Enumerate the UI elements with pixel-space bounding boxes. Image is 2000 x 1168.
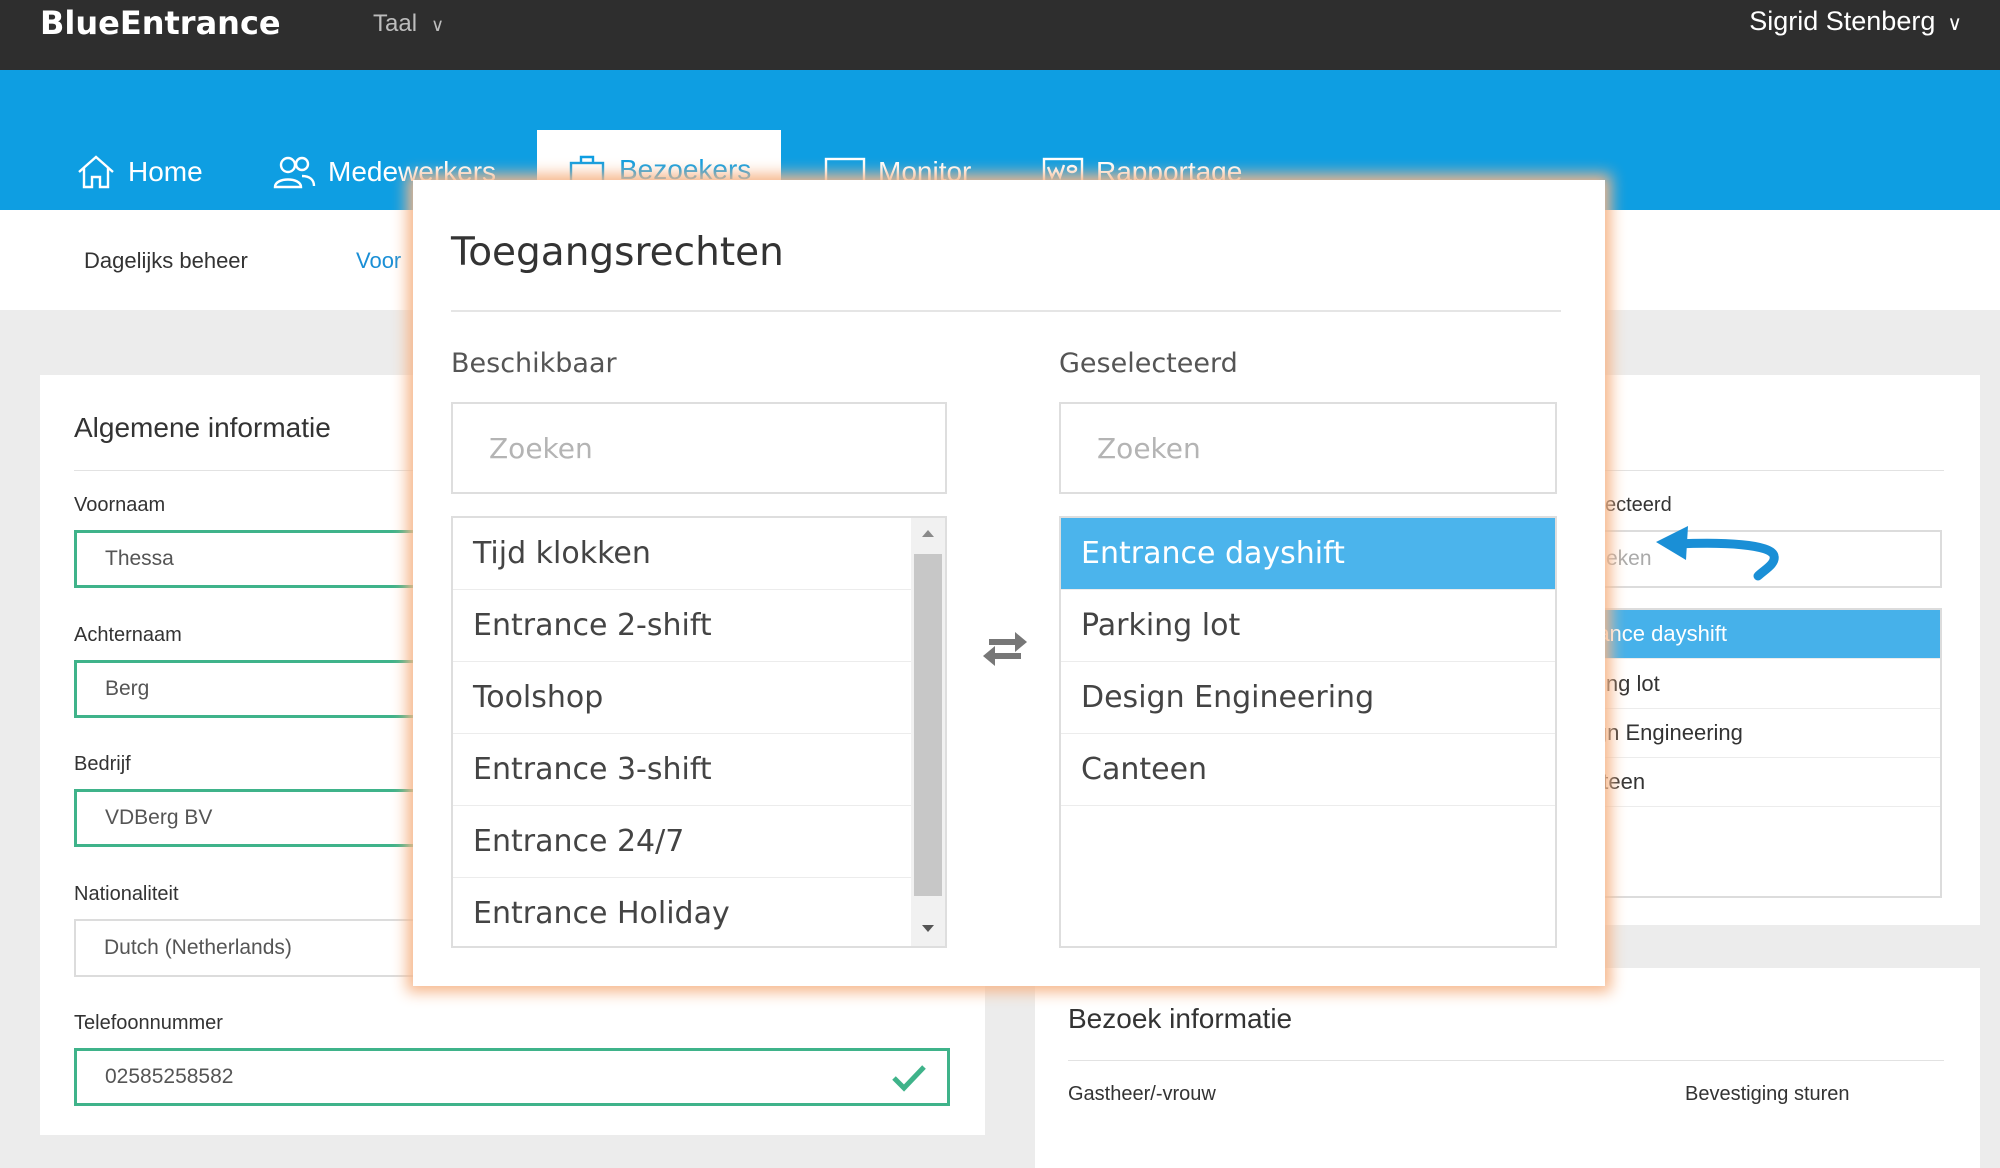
last-name-label: Achternaam	[74, 624, 182, 646]
language-dropdown[interactable]: Taal ∨	[373, 10, 444, 38]
selected-item[interactable]: Parking lot	[1061, 590, 1555, 662]
swap-arrows-icon[interactable]	[981, 630, 1029, 666]
last-name-value: Berg	[105, 677, 150, 700]
nav-home-label: Home	[128, 156, 203, 187]
scroll-thumb[interactable]	[914, 554, 942, 896]
list-item[interactable]: ign Engineering	[1590, 709, 1940, 758]
user-menu[interactable]: Sigrid Stenberg ∨	[1749, 6, 1962, 37]
language-label: Taal	[373, 10, 418, 37]
selected-list: Entrance dayshift Parking lot Design Eng…	[1059, 516, 1557, 948]
selected-label: Geselecteerd	[1059, 348, 1238, 379]
general-info-title: Algemene informatie	[74, 412, 331, 443]
company-label: Bedrijf	[74, 753, 131, 775]
home-icon	[78, 155, 114, 189]
selected-search-placeholder: Zoeken	[1097, 431, 1201, 465]
list-item[interactable]: nteen	[1590, 758, 1940, 807]
visit-info-title: Bezoek informatie	[1068, 1003, 1293, 1034]
scrollbar[interactable]	[911, 518, 945, 946]
check-icon	[892, 1065, 926, 1092]
available-item[interactable]: Entrance 3-shift	[453, 734, 911, 806]
selected-search-input[interactable]: Zoeken	[1059, 402, 1557, 494]
divider	[1068, 1060, 1944, 1061]
first-name-label: Voornaam	[74, 494, 166, 516]
send-confirmation-label: Bevestiging sturen	[1685, 1083, 1850, 1105]
available-item[interactable]: Entrance Holiday	[453, 878, 911, 946]
divider	[451, 310, 1561, 312]
available-label: Beschikbaar	[451, 348, 617, 379]
modal-title: Toegangsrechten	[451, 230, 784, 275]
chevron-down-icon: ∨	[1947, 13, 1962, 35]
visit-info-card	[1035, 968, 1980, 1168]
curved-arrow-icon	[1656, 526, 1779, 581]
access-rights-modal: Toegangsrechten Beschikbaar Geselecteerd…	[413, 180, 1605, 986]
search-placeholder-behind: eken	[1606, 547, 1652, 570]
scroll-up-icon[interactable]	[922, 530, 934, 537]
available-item[interactable]: Toolshop	[453, 662, 911, 734]
user-name: Sigrid Stenberg	[1749, 6, 1936, 36]
selected-item[interactable]: Design Engineering	[1061, 662, 1555, 734]
brand-logo[interactable]: BlueEntrance	[40, 4, 281, 42]
list-item[interactable]: rance dayshift	[1590, 610, 1940, 659]
available-item[interactable]: Tijd klokken	[453, 518, 911, 590]
subnav-daily[interactable]: Dagelijks beheer	[84, 248, 248, 274]
available-search-placeholder: Zoeken	[489, 431, 593, 465]
host-label: Gastheer/-vrouw	[1068, 1083, 1216, 1105]
top-bar: BlueEntrance Taal ∨ Sigrid Stenberg ∨	[0, 0, 2000, 70]
chevron-down-icon: ∨	[431, 15, 445, 35]
nationality-value: Dutch (Netherlands)	[104, 936, 292, 959]
list-item[interactable]: king lot	[1590, 660, 1940, 709]
first-name-value: Thessa	[105, 547, 174, 570]
phone-label: Telefoonnummer	[74, 1012, 223, 1034]
scroll-down-icon[interactable]	[922, 925, 934, 932]
nationality-label: Nationaliteit	[74, 883, 179, 905]
selected-item[interactable]: Entrance dayshift	[1061, 518, 1555, 590]
available-list: Tijd klokken Entrance 2-shift Toolshop E…	[451, 516, 947, 948]
phone-field[interactable]: 02585258582	[74, 1048, 950, 1106]
company-value: VDBerg BV	[105, 806, 213, 829]
selected-label-behind: ecteerd	[1605, 494, 1672, 516]
nav-home[interactable]: Home	[76, 152, 203, 192]
available-item[interactable]: Entrance 24/7	[453, 806, 911, 878]
phone-value: 02585258582	[105, 1065, 234, 1088]
available-search-input[interactable]: Zoeken	[451, 402, 947, 494]
users-icon	[273, 156, 316, 189]
selected-item[interactable]: Canteen	[1061, 734, 1555, 806]
subnav-second[interactable]: Voor	[356, 248, 401, 274]
available-item[interactable]: Entrance 2-shift	[453, 590, 911, 662]
